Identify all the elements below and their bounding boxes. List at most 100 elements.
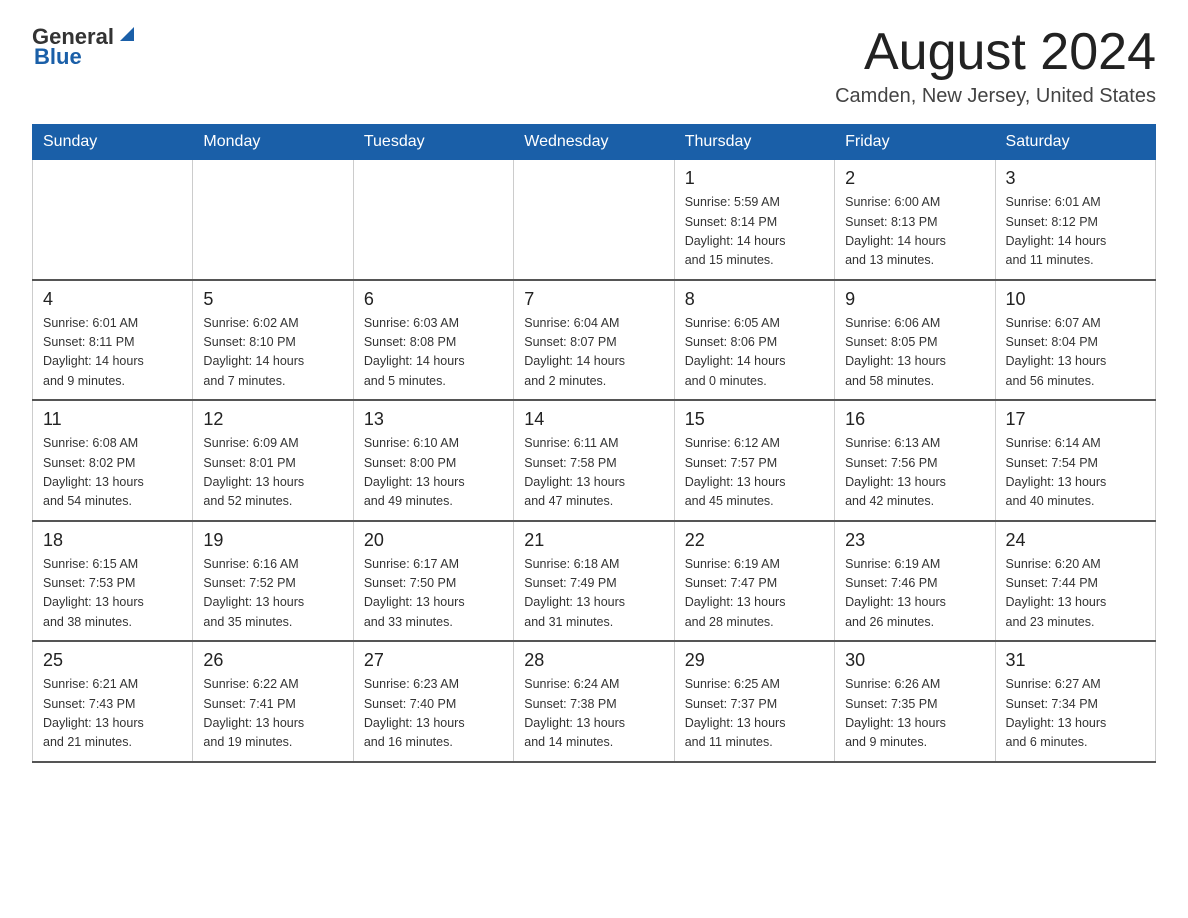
- calendar-day-cell: 25 Sunrise: 6:21 AM Sunset: 7:43 PM Dayli…: [33, 641, 193, 762]
- calendar-week-row: 25 Sunrise: 6:21 AM Sunset: 7:43 PM Dayli…: [33, 641, 1156, 762]
- day-info: Sunrise: 6:10 AM Sunset: 8:00 PM Dayligh…: [364, 434, 503, 512]
- day-number: 19: [203, 530, 342, 551]
- calendar-day-cell: 20 Sunrise: 6:17 AM Sunset: 7:50 PM Dayli…: [353, 521, 513, 642]
- calendar-day-cell: 27 Sunrise: 6:23 AM Sunset: 7:40 PM Dayli…: [353, 641, 513, 762]
- day-info: Sunrise: 6:05 AM Sunset: 8:06 PM Dayligh…: [685, 314, 824, 392]
- calendar-day-cell: 15 Sunrise: 6:12 AM Sunset: 7:57 PM Dayli…: [674, 400, 834, 521]
- day-info: Sunrise: 6:08 AM Sunset: 8:02 PM Dayligh…: [43, 434, 182, 512]
- calendar-day-cell: 1Sunrise: 5:59 AM Sunset: 8:14 PM Daylig…: [674, 160, 834, 280]
- day-number: 4: [43, 289, 182, 310]
- calendar-header-row: SundayMondayTuesdayWednesdayThursdayFrid…: [33, 125, 1156, 160]
- day-number: 27: [364, 650, 503, 671]
- day-info: Sunrise: 6:11 AM Sunset: 7:58 PM Dayligh…: [524, 434, 663, 512]
- day-info: Sunrise: 6:00 AM Sunset: 8:13 PM Dayligh…: [845, 193, 984, 271]
- calendar-day-cell: 26 Sunrise: 6:22 AM Sunset: 7:41 PM Dayli…: [193, 641, 353, 762]
- day-number: 12: [203, 409, 342, 430]
- day-info: Sunrise: 6:27 AM Sunset: 7:34 PM Dayligh…: [1006, 675, 1145, 753]
- day-number: 9: [845, 289, 984, 310]
- day-number: 10: [1006, 289, 1145, 310]
- page-header: General Blue August 2024 Camden, New Jer…: [32, 24, 1156, 108]
- calendar-day-cell: 14 Sunrise: 6:11 AM Sunset: 7:58 PM Dayli…: [514, 400, 674, 521]
- calendar-day-cell: 21 Sunrise: 6:18 AM Sunset: 7:49 PM Dayli…: [514, 521, 674, 642]
- day-number: 8: [685, 289, 824, 310]
- calendar-day-cell: 13 Sunrise: 6:10 AM Sunset: 8:00 PM Dayli…: [353, 400, 513, 521]
- day-info: Sunrise: 6:21 AM Sunset: 7:43 PM Dayligh…: [43, 675, 182, 753]
- calendar-day-cell: 12 Sunrise: 6:09 AM Sunset: 8:01 PM Dayli…: [193, 400, 353, 521]
- day-info: Sunrise: 6:13 AM Sunset: 7:56 PM Dayligh…: [845, 434, 984, 512]
- calendar-day-cell: 29 Sunrise: 6:25 AM Sunset: 7:37 PM Dayli…: [674, 641, 834, 762]
- calendar-day-cell: 31 Sunrise: 6:27 AM Sunset: 7:34 PM Dayli…: [995, 641, 1155, 762]
- day-info: Sunrise: 6:17 AM Sunset: 7:50 PM Dayligh…: [364, 555, 503, 633]
- day-info: Sunrise: 6:01 AM Sunset: 8:12 PM Dayligh…: [1006, 193, 1145, 271]
- day-info: Sunrise: 5:59 AM Sunset: 8:14 PM Dayligh…: [685, 193, 824, 271]
- calendar-day-cell: 10 Sunrise: 6:07 AM Sunset: 8:04 PM Dayli…: [995, 280, 1155, 401]
- day-number: 14: [524, 409, 663, 430]
- calendar-day-cell: 28 Sunrise: 6:24 AM Sunset: 7:38 PM Dayli…: [514, 641, 674, 762]
- day-number: 21: [524, 530, 663, 551]
- day-number: 13: [364, 409, 503, 430]
- day-number: 20: [364, 530, 503, 551]
- calendar-day-cell: 4 Sunrise: 6:01 AM Sunset: 8:11 PM Daylig…: [33, 280, 193, 401]
- day-number: 22: [685, 530, 824, 551]
- day-number: 31: [1006, 650, 1145, 671]
- day-number: 26: [203, 650, 342, 671]
- day-info: Sunrise: 6:22 AM Sunset: 7:41 PM Dayligh…: [203, 675, 342, 753]
- calendar-day-cell: [193, 160, 353, 280]
- calendar-week-row: 11Sunrise: 6:08 AM Sunset: 8:02 PM Dayli…: [33, 400, 1156, 521]
- day-info: Sunrise: 6:19 AM Sunset: 7:47 PM Dayligh…: [685, 555, 824, 633]
- calendar-day-cell: 7 Sunrise: 6:04 AM Sunset: 8:07 PM Daylig…: [514, 280, 674, 401]
- day-number: 24: [1006, 530, 1145, 551]
- day-number: 29: [685, 650, 824, 671]
- day-info: Sunrise: 6:12 AM Sunset: 7:57 PM Dayligh…: [685, 434, 824, 512]
- page-subtitle: Camden, New Jersey, United States: [835, 85, 1156, 108]
- calendar-day-cell: 22 Sunrise: 6:19 AM Sunset: 7:47 PM Dayli…: [674, 521, 834, 642]
- calendar-day-cell: 6 Sunrise: 6:03 AM Sunset: 8:08 PM Daylig…: [353, 280, 513, 401]
- day-number: 3: [1006, 168, 1145, 189]
- logo-triangle-icon: [116, 23, 138, 45]
- logo: General Blue: [32, 24, 138, 70]
- day-info: Sunrise: 6:25 AM Sunset: 7:37 PM Dayligh…: [685, 675, 824, 753]
- day-number: 28: [524, 650, 663, 671]
- calendar-day-cell: 19 Sunrise: 6:16 AM Sunset: 7:52 PM Dayli…: [193, 521, 353, 642]
- calendar-day-cell: 5Sunrise: 6:02 AM Sunset: 8:10 PM Daylig…: [193, 280, 353, 401]
- weekday-header-saturday: Saturday: [995, 125, 1155, 160]
- day-number: 30: [845, 650, 984, 671]
- day-info: Sunrise: 6:06 AM Sunset: 8:05 PM Dayligh…: [845, 314, 984, 392]
- calendar-day-cell: [514, 160, 674, 280]
- day-info: Sunrise: 6:07 AM Sunset: 8:04 PM Dayligh…: [1006, 314, 1145, 392]
- calendar-day-cell: 11Sunrise: 6:08 AM Sunset: 8:02 PM Dayli…: [33, 400, 193, 521]
- weekday-header-wednesday: Wednesday: [514, 125, 674, 160]
- weekday-header-monday: Monday: [193, 125, 353, 160]
- page-title: August 2024: [835, 24, 1156, 81]
- day-number: 17: [1006, 409, 1145, 430]
- day-info: Sunrise: 6:09 AM Sunset: 8:01 PM Dayligh…: [203, 434, 342, 512]
- calendar-day-cell: 3 Sunrise: 6:01 AM Sunset: 8:12 PM Daylig…: [995, 160, 1155, 280]
- calendar-day-cell: 8 Sunrise: 6:05 AM Sunset: 8:06 PM Daylig…: [674, 280, 834, 401]
- day-info: Sunrise: 6:24 AM Sunset: 7:38 PM Dayligh…: [524, 675, 663, 753]
- calendar-week-row: 1Sunrise: 5:59 AM Sunset: 8:14 PM Daylig…: [33, 160, 1156, 280]
- weekday-header-thursday: Thursday: [674, 125, 834, 160]
- day-number: 6: [364, 289, 503, 310]
- weekday-header-friday: Friday: [835, 125, 995, 160]
- day-info: Sunrise: 6:03 AM Sunset: 8:08 PM Dayligh…: [364, 314, 503, 392]
- calendar-day-cell: 23Sunrise: 6:19 AM Sunset: 7:46 PM Dayli…: [835, 521, 995, 642]
- day-info: Sunrise: 6:16 AM Sunset: 7:52 PM Dayligh…: [203, 555, 342, 633]
- calendar-week-row: 18Sunrise: 6:15 AM Sunset: 7:53 PM Dayli…: [33, 521, 1156, 642]
- day-info: Sunrise: 6:15 AM Sunset: 7:53 PM Dayligh…: [43, 555, 182, 633]
- day-number: 2: [845, 168, 984, 189]
- day-info: Sunrise: 6:20 AM Sunset: 7:44 PM Dayligh…: [1006, 555, 1145, 633]
- day-number: 25: [43, 650, 182, 671]
- day-number: 16: [845, 409, 984, 430]
- calendar-day-cell: [33, 160, 193, 280]
- day-info: Sunrise: 6:01 AM Sunset: 8:11 PM Dayligh…: [43, 314, 182, 392]
- calendar-day-cell: [353, 160, 513, 280]
- day-info: Sunrise: 6:18 AM Sunset: 7:49 PM Dayligh…: [524, 555, 663, 633]
- day-number: 7: [524, 289, 663, 310]
- day-info: Sunrise: 6:23 AM Sunset: 7:40 PM Dayligh…: [364, 675, 503, 753]
- day-number: 15: [685, 409, 824, 430]
- weekday-header-sunday: Sunday: [33, 125, 193, 160]
- title-block: August 2024 Camden, New Jersey, United S…: [835, 24, 1156, 108]
- calendar-day-cell: 30Sunrise: 6:26 AM Sunset: 7:35 PM Dayli…: [835, 641, 995, 762]
- day-info: Sunrise: 6:04 AM Sunset: 8:07 PM Dayligh…: [524, 314, 663, 392]
- calendar-day-cell: 24 Sunrise: 6:20 AM Sunset: 7:44 PM Dayli…: [995, 521, 1155, 642]
